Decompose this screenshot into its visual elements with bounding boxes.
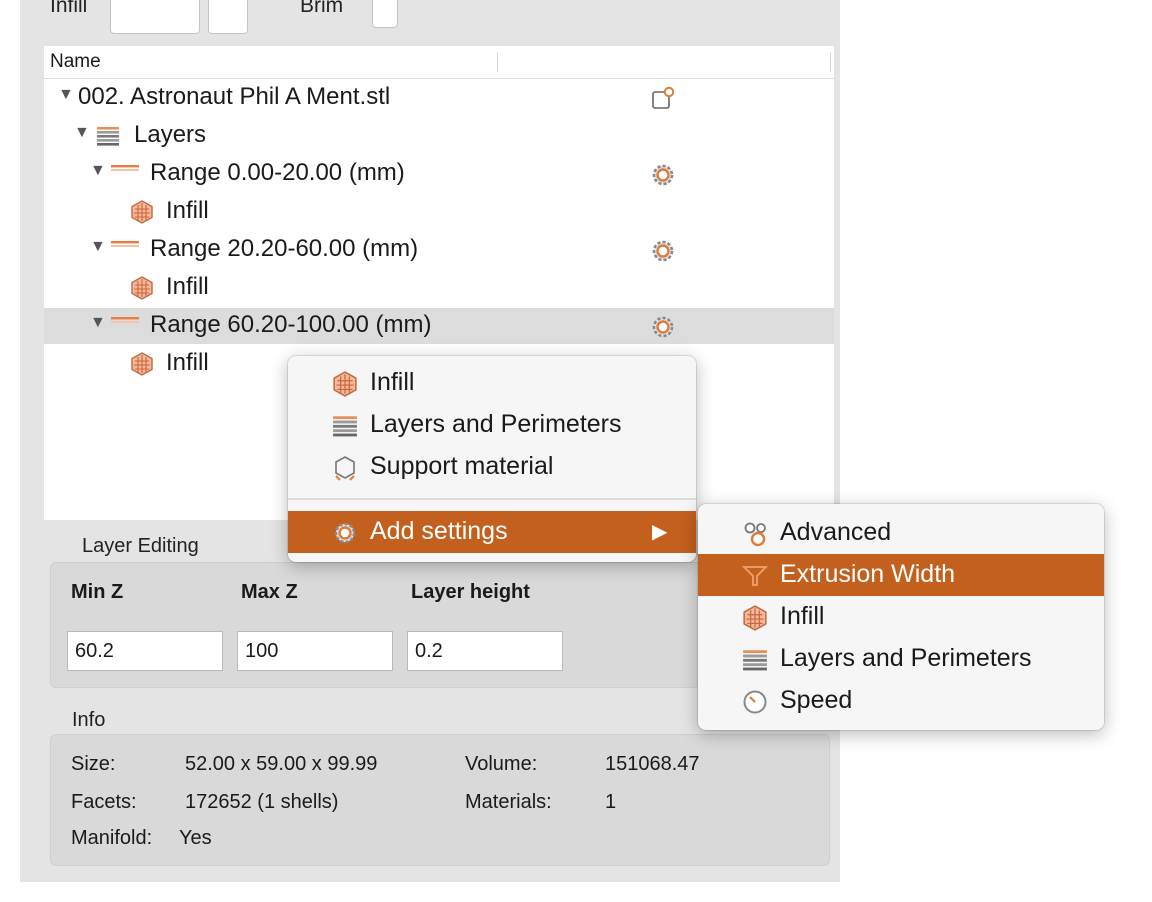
menu-item-label: Extrusion Width xyxy=(780,560,956,588)
disclosure-triangle-icon[interactable]: ▼ xyxy=(90,238,106,256)
range-icon xyxy=(111,241,139,247)
manifold-label: Manifold: xyxy=(71,827,153,849)
infill-setting-select[interactable] xyxy=(110,0,200,34)
menu-item-label: Layers and Perimeters xyxy=(780,644,1032,672)
menu-item-label: Infill xyxy=(370,368,415,396)
name-column-header[interactable]: Name xyxy=(50,51,101,73)
column-separator xyxy=(830,52,831,72)
tree-row-label: Range 60.20-100.00 (mm) xyxy=(150,311,432,338)
tree-row-label: Range 0.00-20.00 (mm) xyxy=(150,159,405,186)
materials-label: Materials: xyxy=(465,791,552,813)
top-settings-row: Infill Brim xyxy=(20,0,840,34)
layers-icon xyxy=(333,416,357,437)
menu-item-label: Layers and Perimeters xyxy=(370,410,622,438)
tree-row-range[interactable]: ▼ Range 0.00-20.00 (mm) xyxy=(44,156,834,192)
tree-row-infill[interactable]: Infill xyxy=(44,194,834,230)
infill-icon xyxy=(131,200,153,224)
submenu-item-extrusion-width[interactable]: Extrusion Width xyxy=(698,554,1104,596)
range-icon xyxy=(111,165,139,171)
layer-height-label: Layer height xyxy=(411,581,530,603)
tree-row-object[interactable]: ▼ 002. Astronaut Phil A Ment.stl xyxy=(44,80,834,116)
infill-icon xyxy=(131,352,153,376)
submenu-item-advanced[interactable]: Advanced xyxy=(698,512,1104,554)
menu-item-support-material[interactable]: Support material xyxy=(288,446,696,488)
layer-height-field[interactable]: 0.2 xyxy=(407,631,563,671)
tree-header: Name xyxy=(44,46,834,79)
menu-item-label: Speed xyxy=(780,686,853,714)
menu-item-label: Support material xyxy=(370,452,554,480)
submenu-item-layers-and-perimeters[interactable]: Layers and Perimeters xyxy=(698,638,1104,680)
disclosure-triangle-icon[interactable]: ▼ xyxy=(90,162,106,180)
infill-icon xyxy=(131,276,153,300)
extrusion-width-icon xyxy=(743,566,767,586)
add-settings-submenu: Advanced Extrusion Width Infill Layers a… xyxy=(698,504,1104,730)
speed-icon xyxy=(743,690,767,714)
tree-row-layers[interactable]: ▼ Layers xyxy=(44,118,834,154)
range-icon xyxy=(111,317,139,323)
layers-icon xyxy=(743,650,767,671)
info-title: Info xyxy=(72,709,106,731)
tree-row-label: Infill xyxy=(166,197,209,224)
max-z-field[interactable]: 100 xyxy=(237,631,393,671)
menu-item-layers-and-perimeters[interactable]: Layers and Perimeters xyxy=(288,404,696,446)
support-material-icon xyxy=(335,456,355,481)
facets-label: Facets: xyxy=(71,791,137,813)
info-group: Size: 52.00 x 59.00 x 99.99 Volume: 1510… xyxy=(50,734,830,866)
gear-icon[interactable] xyxy=(650,314,676,340)
menu-item-label: Infill xyxy=(780,602,825,630)
submenu-item-infill[interactable]: Infill xyxy=(698,596,1104,638)
gear-icon[interactable] xyxy=(650,162,676,188)
size-value: 52.00 x 59.00 x 99.99 xyxy=(185,753,378,775)
materials-value: 1 xyxy=(605,791,617,813)
disclosure-triangle-icon[interactable]: ▼ xyxy=(74,124,90,142)
menu-item-label: Add settings xyxy=(370,517,508,545)
infill-icon xyxy=(743,605,767,631)
brim-setting-label: Brim xyxy=(300,0,344,17)
menu-item-add-settings[interactable]: Add settings ▶ xyxy=(288,511,696,553)
menu-item-infill[interactable]: Infill xyxy=(288,362,696,404)
tree-row-label: Range 20.20-60.00 (mm) xyxy=(150,235,419,262)
advanced-icon xyxy=(744,522,767,547)
disclosure-triangle-icon[interactable]: ▼ xyxy=(90,314,106,332)
gear-icon[interactable] xyxy=(650,238,676,264)
submenu-item-speed[interactable]: Speed xyxy=(698,680,1104,722)
gear-icon xyxy=(334,522,356,544)
tree-row-label: Infill xyxy=(166,349,209,376)
menu-separator xyxy=(288,498,696,500)
layer-editing-title: Layer Editing xyxy=(82,535,199,557)
infill-setting-button[interactable] xyxy=(208,0,248,34)
volume-value: 151068.47 xyxy=(605,753,700,775)
brim-checkbox[interactable] xyxy=(372,0,398,28)
submenu-arrow-icon: ▶ xyxy=(652,521,668,543)
manifold-value: Yes xyxy=(179,827,212,849)
infill-setting-label: Infill xyxy=(50,0,88,17)
object-name: 002. Astronaut Phil A Ment.stl xyxy=(78,83,391,110)
tree-row-range-selected[interactable]: ▼ Range 60.20-100.00 (mm) xyxy=(44,308,834,344)
tree-row-infill[interactable]: Infill xyxy=(44,270,834,306)
disclosure-triangle-icon[interactable]: ▼ xyxy=(58,86,74,104)
min-z-field[interactable]: 60.2 xyxy=(67,631,223,671)
size-label: Size: xyxy=(71,753,116,775)
column-separator xyxy=(497,52,498,72)
volume-label: Volume: xyxy=(465,753,538,775)
tree-row-range[interactable]: ▼ Range 20.20-60.00 (mm) xyxy=(44,232,834,268)
layers-icon xyxy=(97,127,119,146)
max-z-label: Max Z xyxy=(241,581,298,603)
menu-item-label: Advanced xyxy=(780,518,892,546)
min-z-label: Min Z xyxy=(71,581,124,603)
object-settings-icon[interactable] xyxy=(650,86,676,112)
infill-icon xyxy=(333,371,357,397)
tree-row-label: Layers xyxy=(134,121,207,148)
facets-value: 172652 (1 shells) xyxy=(185,791,339,813)
context-menu: Infill Layers and Perimeters Support mat… xyxy=(288,356,696,562)
tree-row-label: Infill xyxy=(166,273,209,300)
